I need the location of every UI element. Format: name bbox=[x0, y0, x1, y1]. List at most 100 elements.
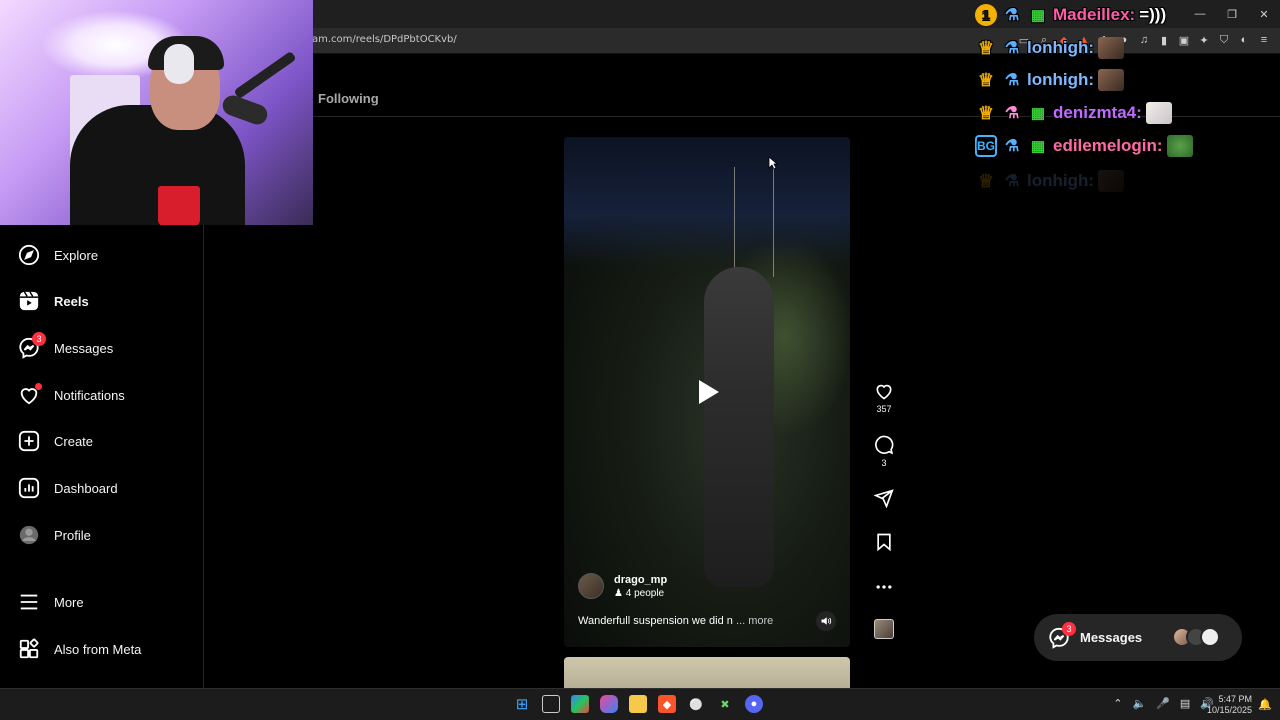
tab-following[interactable]: Following bbox=[318, 91, 379, 106]
chat-line: BG ⚗ ▦ edilemelogin: bbox=[975, 133, 1193, 159]
cam-headphones bbox=[164, 44, 194, 84]
robot-badge-icon: ⚗ bbox=[1004, 40, 1020, 57]
reel-suspension-rig bbox=[734, 167, 774, 277]
robot-badge-icon: ⚗ bbox=[1004, 7, 1020, 24]
audio-thumbnail[interactable] bbox=[874, 619, 894, 639]
url-field[interactable]: am.com/reels/DPdPbtOCKvb/ bbox=[312, 34, 457, 45]
reel-video[interactable]: drago_mp ♟ 4 people Wanderfull suspensio… bbox=[564, 137, 850, 647]
next-reel-preview[interactable] bbox=[564, 657, 850, 688]
reel-caption: Wanderfull suspension we did n ... more bbox=[578, 615, 773, 627]
comment-count: 3 bbox=[881, 458, 887, 468]
crown-badge-icon: ♕ bbox=[977, 170, 995, 191]
chat-username: edilemelogin: bbox=[1053, 136, 1163, 155]
robot-badge-icon: ⚗ bbox=[1004, 72, 1020, 89]
reel-figure bbox=[704, 267, 774, 587]
file-manager-icon[interactable] bbox=[542, 695, 560, 713]
bg-badge-icon: BG bbox=[975, 135, 997, 157]
sidebar-item-create[interactable]: Create bbox=[18, 427, 93, 455]
chat-message: =))) bbox=[1139, 5, 1167, 24]
sidebar-item-notifications[interactable]: Notifications bbox=[18, 381, 125, 409]
chevron-up-icon[interactable]: ⌃ bbox=[1113, 697, 1122, 710]
sidebar-item-also-from-meta[interactable]: Also from Meta bbox=[18, 635, 141, 663]
speaker-icon[interactable]: 🔈 bbox=[1132, 697, 1146, 710]
sidebar-item-reels[interactable]: Reels bbox=[18, 287, 89, 315]
like-count: 357 bbox=[876, 404, 892, 414]
gift-badge-icon: ▦ bbox=[1030, 7, 1046, 24]
sidebar-item-profile[interactable]: Profile bbox=[18, 521, 91, 549]
messages-pill-badge: 3 bbox=[1062, 621, 1076, 636]
compass-icon bbox=[18, 244, 40, 266]
profile-avatar-icon bbox=[18, 524, 40, 546]
mute-button[interactable] bbox=[816, 611, 836, 631]
clock-time: 5:47 PM bbox=[1218, 694, 1252, 704]
sidebar-item-label: Notifications bbox=[54, 387, 125, 403]
like-button[interactable]: 357 bbox=[868, 381, 900, 414]
comment-button[interactable]: 3 bbox=[868, 435, 900, 468]
crown-badge-icon: ♕ bbox=[977, 102, 995, 123]
crown-badge-icon: ♕ bbox=[977, 69, 995, 90]
reels-icon bbox=[18, 290, 40, 312]
sidebar-item-explore[interactable]: Explore bbox=[18, 241, 98, 269]
copilot-icon[interactable] bbox=[600, 695, 618, 713]
network-icon[interactable]: ▤ bbox=[1180, 697, 1190, 710]
sidebar-item-label: Also from Meta bbox=[54, 641, 142, 657]
messages-pill[interactable]: 3 Messages bbox=[1034, 614, 1242, 661]
robot-badge-icon: ⚗ bbox=[1004, 173, 1020, 190]
meta-apps-icon bbox=[18, 638, 40, 660]
play-icon[interactable] bbox=[692, 377, 722, 407]
emote-image bbox=[1145, 102, 1172, 124]
emote-image bbox=[1166, 135, 1193, 157]
sidebar-item-label: More bbox=[54, 594, 84, 610]
messages-avatars bbox=[1172, 627, 1220, 647]
steam-icon[interactable]: ⚪ bbox=[687, 695, 705, 713]
tagged-people-label: 4 people bbox=[625, 587, 665, 599]
sub-badge-icon: 1 bbox=[975, 4, 997, 26]
xbox-icon[interactable]: ✖ bbox=[716, 695, 734, 713]
crown-badge-icon: ♕ bbox=[977, 37, 995, 58]
chat-line: ♕ ⚗ lonhigh: bbox=[975, 35, 1125, 61]
heart-icon bbox=[18, 383, 42, 406]
avatar bbox=[1200, 627, 1220, 647]
chat-username: lonhigh: bbox=[1027, 38, 1095, 57]
brave-browser-icon[interactable]: ◆ bbox=[658, 695, 676, 713]
webcam-overlay bbox=[0, 0, 313, 225]
sidebar-item-label: Profile bbox=[54, 527, 91, 543]
hamburger-icon bbox=[18, 591, 40, 613]
sidebar-item-label: Create bbox=[54, 433, 94, 449]
messenger-icon: 3 bbox=[1048, 621, 1076, 649]
share-button[interactable] bbox=[868, 488, 900, 508]
sidebar-item-label: Messages bbox=[54, 340, 114, 356]
m365-icon[interactable] bbox=[571, 695, 589, 713]
speaker-icon bbox=[821, 617, 832, 625]
windows-start-icon[interactable]: ⊞ bbox=[513, 695, 531, 713]
mouse-cursor-icon bbox=[768, 156, 779, 170]
emote-image bbox=[1098, 37, 1125, 59]
author-avatar[interactable] bbox=[578, 573, 604, 599]
save-button[interactable] bbox=[868, 532, 900, 552]
sidebar-item-label: Explore bbox=[54, 247, 99, 263]
emote-image bbox=[1098, 69, 1125, 91]
mic-icon[interactable]: 🎤 bbox=[1156, 697, 1170, 710]
chat-username: Madeillex: bbox=[1053, 5, 1136, 24]
send-icon bbox=[874, 489, 894, 508]
sidebar-item-more[interactable]: More bbox=[18, 588, 84, 616]
robot-badge-icon: ⚗ bbox=[1004, 138, 1020, 155]
notification-dot bbox=[35, 383, 42, 390]
author-username[interactable]: drago_mp bbox=[614, 574, 667, 586]
sidebar-item-label: Dashboard bbox=[54, 480, 118, 496]
cam-red-cup bbox=[158, 186, 200, 225]
sidebar-item-messages[interactable]: 3 Messages bbox=[18, 332, 114, 362]
stream-chat-overlay: 1 ⚗ ▦ Madeillex: =))) ♕ ⚗ lonhigh: ♕ ⚗ l… bbox=[975, 0, 1280, 200]
sidebar-item-dashboard[interactable]: Dashboard bbox=[18, 474, 118, 502]
chat-username: lonhigh: bbox=[1027, 70, 1095, 89]
more-options-button[interactable] bbox=[868, 577, 900, 597]
chat-username: lonhigh: bbox=[1027, 171, 1095, 190]
taskbar-clock[interactable]: 5:47 PM 10/15/2025 bbox=[1207, 694, 1252, 716]
comment-icon bbox=[875, 435, 894, 455]
explorer-folder-icon[interactable] bbox=[629, 695, 647, 713]
caption-more-link[interactable]: ... more bbox=[736, 615, 773, 627]
sidebar-item-label: Reels bbox=[54, 293, 89, 309]
discord-icon[interactable]: ● bbox=[745, 695, 763, 713]
notification-center-icon[interactable]: 🔔 bbox=[1258, 698, 1272, 711]
tagged-people[interactable]: ♟ 4 people bbox=[614, 588, 667, 599]
